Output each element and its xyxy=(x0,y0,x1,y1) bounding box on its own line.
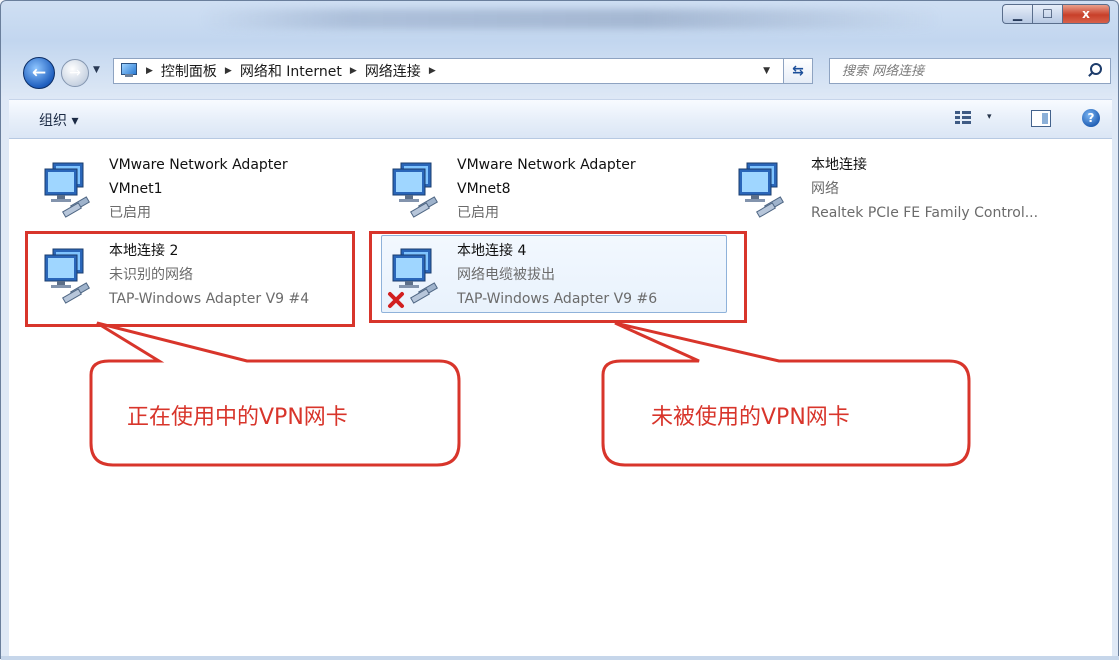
breadcrumb-control-panel[interactable]: 控制面板 xyxy=(161,61,217,81)
forward-button[interactable]: → xyxy=(61,59,89,87)
search-input[interactable] xyxy=(830,62,1086,80)
refresh-button[interactable]: ⇆ xyxy=(783,58,813,84)
callout-text-unused: 未被使用的VPN网卡 xyxy=(651,405,850,430)
navigation-bar: ← → ▼ ▶ 控制面板 ▶ 网络和 Internet ▶ 网络连接 ▶ ▼ ⇆ xyxy=(1,51,1119,91)
address-dropdown-icon[interactable]: ▼ xyxy=(754,66,778,76)
breadcrumb-network-internet[interactable]: 网络和 Internet xyxy=(240,61,342,81)
chevron-right-icon[interactable]: ▶ xyxy=(146,66,153,76)
change-view-icon[interactable] xyxy=(955,110,971,126)
address-bar[interactable]: ▶ 控制面板 ▶ 网络和 Internet ▶ 网络连接 ▶ ▼ xyxy=(113,58,813,84)
minimize-button[interactable]: ▁ xyxy=(1002,4,1032,24)
search-box[interactable] xyxy=(829,58,1111,84)
chevron-right-icon[interactable]: ▶ xyxy=(350,66,357,76)
maximize-button[interactable]: ☐ xyxy=(1032,4,1062,24)
callout-text-active: 正在使用中的VPN网卡 xyxy=(127,405,348,430)
window-controls: ▁ ☐ x xyxy=(1002,4,1110,24)
chevron-right-icon[interactable]: ▶ xyxy=(225,66,232,76)
callout-bubble-right xyxy=(601,321,971,467)
control-panel-icon xyxy=(120,63,138,79)
organize-menu-button[interactable]: 组织 ▾ xyxy=(39,110,78,130)
help-icon[interactable]: ? xyxy=(1082,109,1100,127)
window-bottom-border xyxy=(1,656,1119,660)
preview-pane-icon[interactable] xyxy=(1031,110,1051,127)
command-bar: 组织 ▾ ▾ ? xyxy=(9,99,1112,139)
view-options-dropdown[interactable]: ▾ xyxy=(987,112,992,122)
connections-list: VMware Network Adapter VMnet1 已启用 VMware… xyxy=(9,139,1112,660)
explorer-window: ▁ ☐ x ← → ▼ ▶ 控制面板 ▶ 网络和 Internet ▶ 网络连接… xyxy=(0,0,1119,660)
close-button[interactable]: x xyxy=(1062,4,1110,24)
chevron-right-icon[interactable]: ▶ xyxy=(429,66,436,76)
recent-pages-dropdown[interactable]: ▼ xyxy=(93,65,100,75)
breadcrumb-network-connections[interactable]: 网络连接 xyxy=(365,61,421,81)
back-button[interactable]: ← xyxy=(23,57,55,89)
title-bar-blurred xyxy=(201,9,941,29)
callout-bubble-left xyxy=(89,321,461,467)
search-icon[interactable] xyxy=(1086,62,1104,80)
